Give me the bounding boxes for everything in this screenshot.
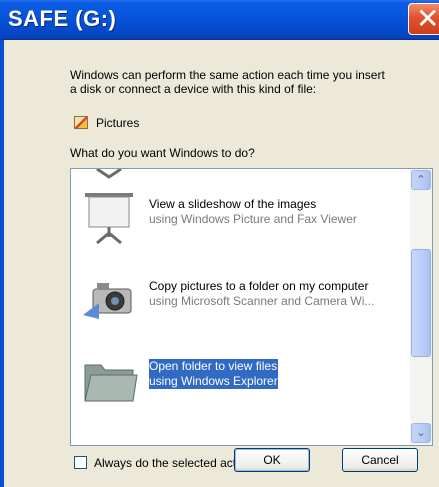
question-text: What do you want Windows to do? [70, 146, 255, 160]
action-subtitle: using Windows Picture and Fax Viewer [149, 212, 357, 226]
always-do-checkbox[interactable] [74, 456, 87, 469]
vertical-scrollbar[interactable]: ⌃ ⌄ [410, 169, 432, 445]
action-subtitle: using Microsoft Scanner and Camera Wi... [149, 294, 375, 308]
chevron-up-icon: ⌃ [416, 174, 426, 186]
action-title: Copy pictures to a folder on my computer [149, 279, 369, 293]
action-text: View a slideshow of the images using Win… [149, 197, 357, 227]
title-bar[interactable]: SAFE (G:) ✕ [0, 0, 439, 40]
cancel-button[interactable]: Cancel [342, 448, 418, 472]
camera-icon [83, 283, 132, 319]
close-button[interactable]: ✕ [408, 3, 439, 35]
ok-button[interactable]: OK [234, 448, 310, 472]
content-type-label: Pictures [96, 116, 140, 130]
action-list-items: View a slideshow of the images using Win… [71, 169, 411, 445]
action-title: Open folder to view files [149, 359, 278, 374]
intro-text: Windows can perform the same action each… [70, 68, 385, 96]
action-item-copy-pictures[interactable]: Copy pictures to a folder on my computer… [71, 263, 411, 333]
projector-screen-icon [85, 193, 133, 245]
action-title: View a slideshow of the images [149, 197, 317, 211]
pictures-icon [74, 116, 88, 129]
action-item-open-folder[interactable]: Open folder to view files using Windows … [71, 345, 411, 415]
autoplay-dialog: SAFE (G:) ✕ Windows can perform the same… [0, 0, 439, 487]
action-text: Copy pictures to a folder on my computer… [149, 279, 374, 309]
chevron-down-icon: ⌄ [416, 427, 426, 439]
scroll-up-button[interactable]: ⌃ [411, 170, 431, 190]
close-icon: ✕ [416, 3, 439, 34]
action-item-slideshow[interactable]: View a slideshow of the images using Win… [71, 181, 411, 251]
folder-icon [84, 364, 138, 402]
scrollbar-thumb[interactable] [411, 249, 431, 357]
dialog-body: Windows can perform the same action each… [4, 40, 439, 487]
action-text: Open folder to view files using Windows … [149, 359, 278, 389]
scroll-down-button[interactable]: ⌄ [411, 423, 431, 443]
always-do-label[interactable]: Always do the selected action. [94, 456, 255, 470]
action-subtitle: using Windows Explorer [149, 374, 278, 389]
action-list[interactable]: View a slideshow of the images using Win… [70, 168, 433, 446]
window-title: SAFE (G:) [8, 6, 117, 31]
